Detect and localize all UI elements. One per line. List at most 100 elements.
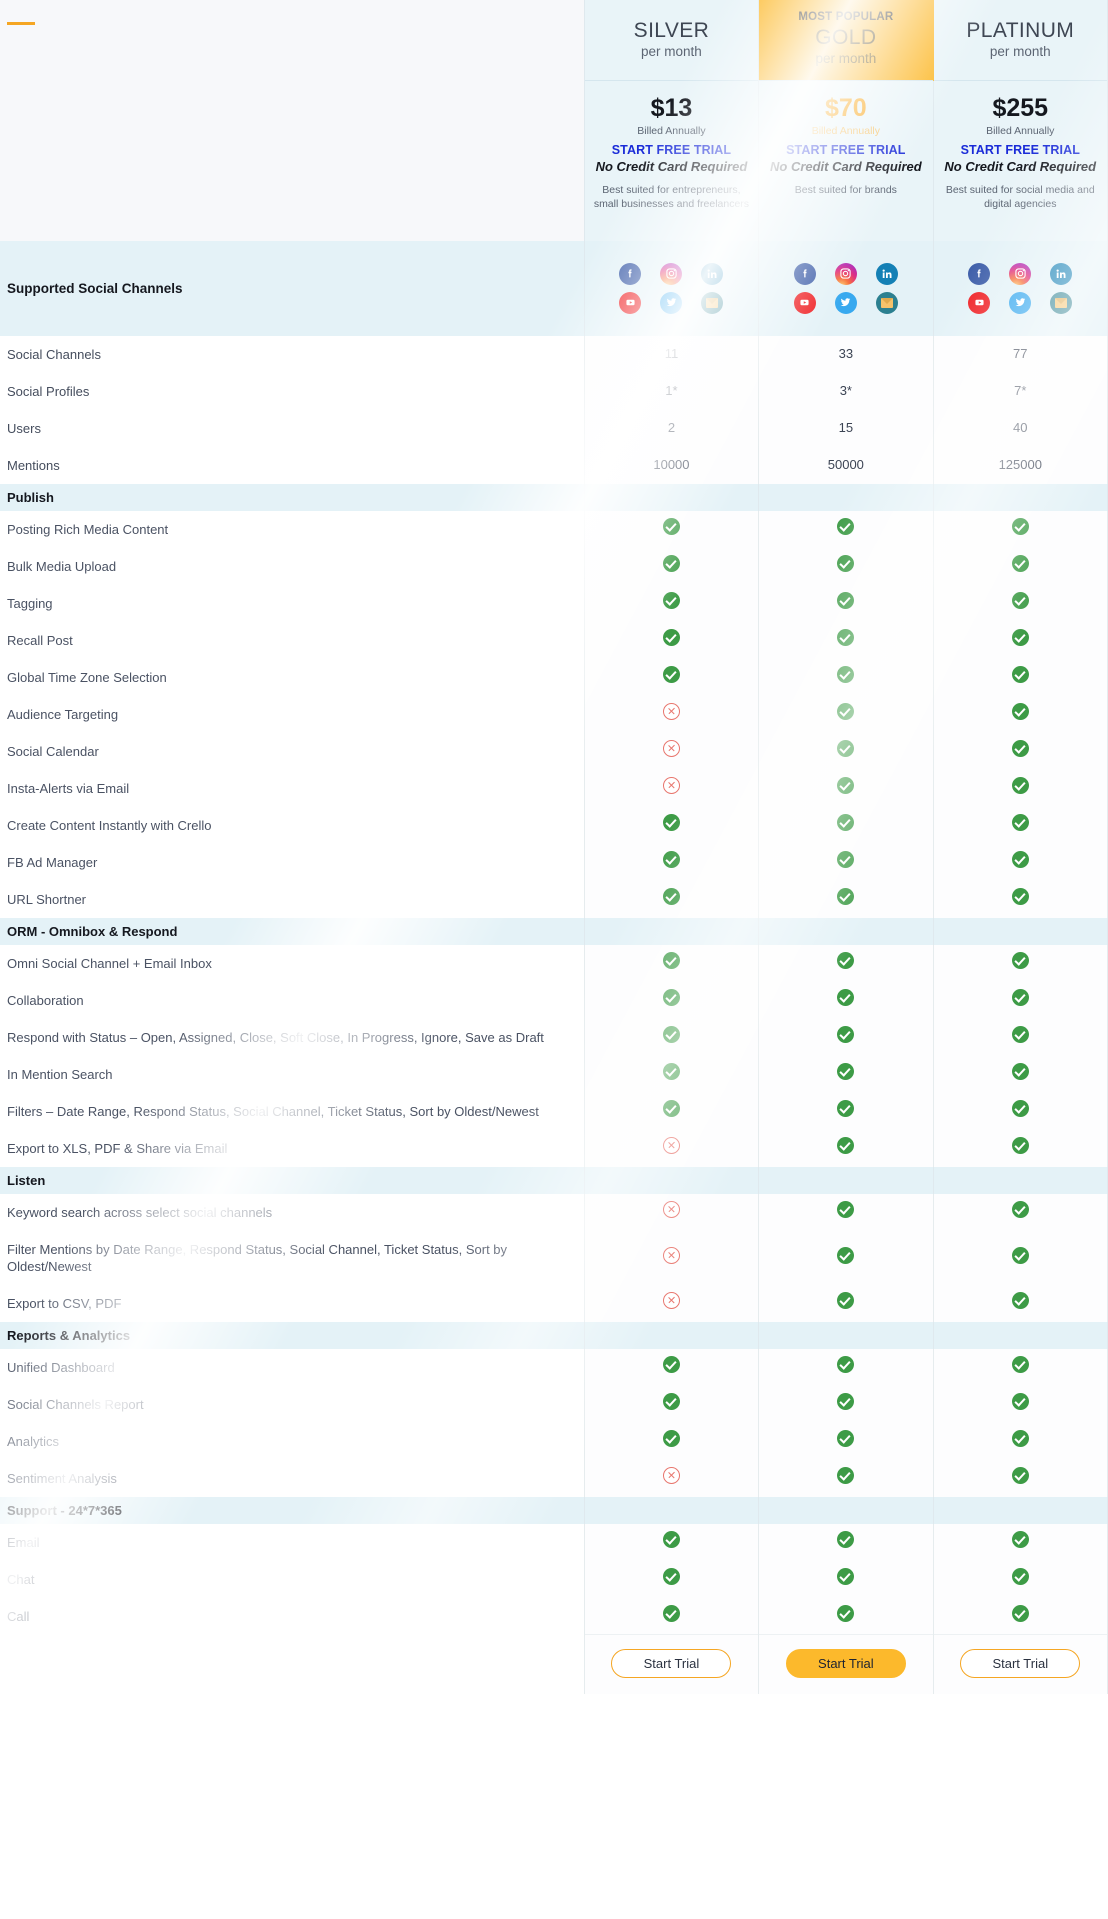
feature-label: FB Ad Manager xyxy=(7,854,98,870)
billing-period: Billed Annually xyxy=(986,125,1055,137)
twitter-icon[interactable] xyxy=(834,291,857,314)
feature-excluded-icon xyxy=(662,1292,680,1309)
linkedin-icon[interactable] xyxy=(701,262,724,285)
table-row: Social Profiles 1* 3* 7* xyxy=(0,372,1108,410)
start-trial-button[interactable]: Start Trial xyxy=(785,1649,906,1678)
instagram-icon[interactable] xyxy=(660,262,683,285)
plan-period: per month xyxy=(815,51,877,66)
start-trial-button[interactable]: Start Trial xyxy=(960,1649,1081,1678)
linkedin-icon[interactable] xyxy=(875,262,898,285)
feature-value-cell xyxy=(932,510,1108,548)
plan-price-cell-silver: $13 Billed Annually START FREE TRIAL No Cre… xyxy=(583,80,760,241)
feature-value-cell xyxy=(583,1055,760,1093)
start-free-trial-link[interactable]: START FREE TRIAL xyxy=(940,142,1101,159)
feature-value-cell xyxy=(758,1055,934,1093)
plan-header-gold[interactable]: MOST POPULAR GOLD per month xyxy=(758,0,934,81)
pricing-table: SILVER per month MOST POPULAR GOLD per month… xyxy=(0,0,1108,1694)
feature-value-cell xyxy=(758,1560,934,1598)
plan-price-cell-gold: $70 Billed Annually START FREE TRIAL No Cre… xyxy=(758,80,934,241)
feature-included-icon xyxy=(1011,777,1029,794)
social-icon-row xyxy=(793,291,898,314)
instagram-icon[interactable] xyxy=(834,262,857,285)
feature-included-icon xyxy=(1011,1393,1029,1410)
feature-value-cell xyxy=(932,843,1108,881)
linkedin-icon[interactable] xyxy=(1050,262,1073,285)
feature-value-cell xyxy=(583,584,760,622)
feature-value-cell xyxy=(758,944,934,982)
feature-value-cell xyxy=(583,1348,760,1386)
table-row: In Mention Search xyxy=(0,1055,1108,1093)
feature-value-cell xyxy=(932,1385,1108,1423)
feature-value: 10000 xyxy=(653,457,690,472)
feature-included-icon xyxy=(662,1063,680,1080)
feature-included-icon xyxy=(662,1356,680,1373)
feature-value: 11 xyxy=(664,346,679,361)
youtube-icon[interactable] xyxy=(619,291,642,314)
email-icon[interactable] xyxy=(875,291,898,314)
youtube-icon[interactable] xyxy=(793,291,816,314)
feature-value-cell xyxy=(932,1018,1108,1056)
feature-value-cell xyxy=(932,732,1108,770)
plan-price: $13 xyxy=(650,94,693,122)
billing-period: Billed Annually xyxy=(637,125,706,137)
feature-value-cell xyxy=(758,695,934,733)
table-row: Call xyxy=(0,1597,1108,1635)
table-row: Filters – Date Range, Respond Status, So… xyxy=(0,1092,1108,1130)
youtube-icon[interactable] xyxy=(968,291,991,314)
plan-header-silver[interactable]: SILVER per month xyxy=(583,0,760,81)
feature-excluded-icon xyxy=(662,1201,680,1218)
feature-value: 2 xyxy=(667,420,676,435)
twitter-icon[interactable] xyxy=(660,291,683,314)
facebook-icon[interactable] xyxy=(793,262,816,285)
twitter-icon[interactable] xyxy=(1009,291,1032,314)
feature-value-cell: 50000 xyxy=(758,446,934,484)
feature-value-cell xyxy=(932,880,1108,918)
instagram-icon[interactable] xyxy=(1009,262,1032,285)
feature-value-cell xyxy=(583,1459,760,1497)
feature-label: Users xyxy=(7,420,41,436)
email-icon[interactable] xyxy=(701,291,724,314)
feature-excluded-icon xyxy=(662,777,680,794)
trial-button-cell-gold: Start Trial xyxy=(758,1634,934,1694)
section-title: Support - 24*7*365 xyxy=(0,1496,585,1524)
plan-price-cell-platinum: $255 Billed Annually START FREE TRIAL No Cr… xyxy=(932,80,1108,241)
feature-value-cell: 40 xyxy=(932,409,1108,447)
social-icon-group xyxy=(934,262,1107,314)
section-spacer-cell xyxy=(583,1166,760,1194)
feature-value-cell xyxy=(758,732,934,770)
feature-value-cell xyxy=(758,510,934,548)
start-free-trial-link[interactable]: START FREE TRIAL xyxy=(591,142,752,159)
feature-value-cell xyxy=(758,1129,934,1167)
email-icon[interactable] xyxy=(1050,291,1073,314)
feature-value-cell xyxy=(932,1193,1108,1231)
table-row: Insta-Alerts via Email xyxy=(0,769,1108,807)
header-spacer xyxy=(0,0,585,81)
start-free-trial-link[interactable]: START FREE TRIAL xyxy=(765,142,926,159)
feature-value-cell xyxy=(583,806,760,844)
feature-value-cell xyxy=(583,1018,760,1056)
feature-value-cell xyxy=(583,1597,760,1635)
feature-value: 3* xyxy=(839,383,852,398)
feature-included-icon xyxy=(837,1292,855,1309)
feature-value: 50000 xyxy=(827,457,864,472)
feature-value-cell xyxy=(758,1018,934,1056)
feature-included-icon xyxy=(837,989,855,1006)
feature-label: Filter Mentions by Date Range, Respond S… xyxy=(7,1241,508,1274)
feature-value-cell xyxy=(758,769,934,807)
section-spacer-cell xyxy=(758,1166,934,1194)
feature-value-cell xyxy=(758,1597,934,1635)
feature-label: Sentiment Analysis xyxy=(7,1470,117,1486)
feature-included-icon xyxy=(837,703,855,720)
section-spacer-cell xyxy=(758,1321,934,1349)
feature-value: 7* xyxy=(1014,383,1027,398)
plan-header-platinum[interactable]: PLATINUM per month xyxy=(932,0,1108,81)
feature-included-icon xyxy=(1011,1201,1029,1218)
feature-included-icon xyxy=(1011,888,1029,905)
social-icon-row xyxy=(793,262,898,285)
start-trial-button[interactable]: Start Trial xyxy=(611,1649,732,1678)
table-row: Create Content Instantly with Crello xyxy=(0,806,1108,844)
facebook-icon[interactable] xyxy=(968,262,991,285)
price-spacer xyxy=(0,80,585,241)
facebook-icon[interactable] xyxy=(619,262,642,285)
feature-included-icon xyxy=(837,666,855,683)
